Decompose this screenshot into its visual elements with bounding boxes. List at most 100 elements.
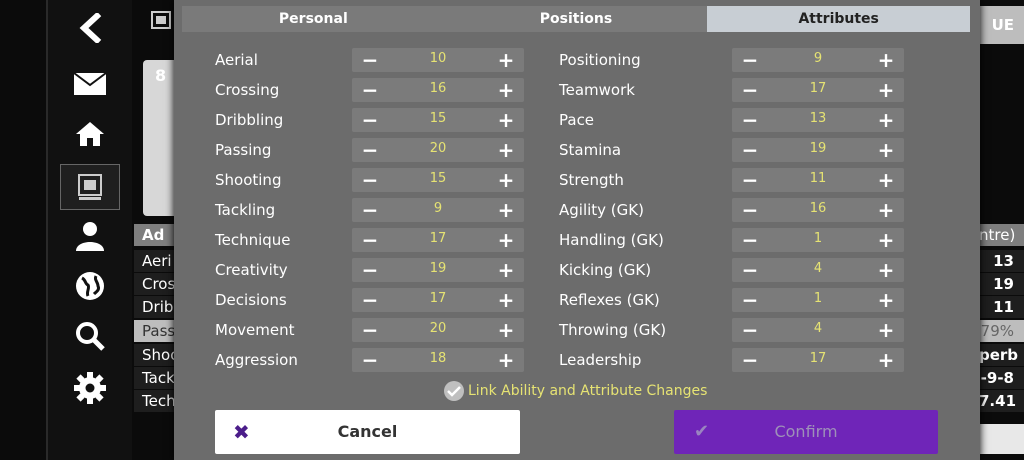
- club-crest-icon: [151, 11, 171, 29]
- decrement-button[interactable]: −: [358, 108, 382, 132]
- attribute-value: 9: [813, 51, 823, 66]
- increment-button[interactable]: +: [874, 168, 898, 192]
- increment-button[interactable]: +: [874, 318, 898, 342]
- edit-attributes-dialog: Personal Positions Attributes Aerial − 10 +…: [174, 0, 980, 460]
- increment-button[interactable]: +: [874, 198, 898, 222]
- bg-right-value: 11: [979, 296, 1024, 318]
- settings-button[interactable]: [60, 366, 120, 410]
- attribute-stepper: − 1 +: [732, 288, 904, 312]
- increment-button[interactable]: +: [874, 48, 898, 72]
- increment-button[interactable]: +: [494, 108, 518, 132]
- decrement-button[interactable]: −: [358, 258, 382, 282]
- attribute-value: 10: [429, 51, 447, 66]
- attribute-stepper: − 20 +: [352, 138, 524, 162]
- attribute-label: Shooting: [215, 171, 282, 189]
- increment-button[interactable]: +: [874, 258, 898, 282]
- increment-button[interactable]: +: [494, 138, 518, 162]
- decrement-button[interactable]: −: [358, 48, 382, 72]
- increment-button[interactable]: +: [494, 78, 518, 102]
- attribute-stepper: − 18 +: [352, 348, 524, 372]
- bg-right-value: 13: [979, 250, 1024, 272]
- club-button[interactable]: [60, 164, 120, 210]
- bg-table-row: Aeri: [134, 250, 178, 272]
- decrement-button[interactable]: −: [358, 348, 382, 372]
- increment-button[interactable]: +: [494, 48, 518, 72]
- attribute-label: Decisions: [215, 291, 287, 309]
- tab-attributes[interactable]: Attributes: [707, 6, 971, 32]
- tab-positions[interactable]: Positions: [445, 6, 708, 32]
- decrement-button[interactable]: −: [738, 318, 762, 342]
- increment-button[interactable]: +: [874, 348, 898, 372]
- attribute-value: 16: [429, 81, 447, 96]
- attribute-stepper: − 4 +: [732, 318, 904, 342]
- increment-button[interactable]: +: [494, 258, 518, 282]
- attribute-stepper: − 19 +: [352, 258, 524, 282]
- cancel-label: Cancel: [337, 422, 398, 441]
- decrement-button[interactable]: −: [738, 168, 762, 192]
- attribute-value: 13: [809, 111, 827, 126]
- settings-gear-icon: [74, 372, 106, 404]
- attribute-label: Crossing: [215, 81, 280, 99]
- decrement-button[interactable]: −: [738, 198, 762, 222]
- decrement-button[interactable]: −: [738, 228, 762, 252]
- attribute-value: 16: [809, 201, 827, 216]
- search-button[interactable]: [60, 314, 120, 358]
- decrement-button[interactable]: −: [358, 198, 382, 222]
- attribute-stepper: − 16 +: [732, 198, 904, 222]
- player-button[interactable]: [60, 214, 120, 258]
- decrement-button[interactable]: −: [738, 288, 762, 312]
- mail-icon: [73, 72, 107, 95]
- attribute-value: 17: [809, 351, 827, 366]
- increment-button[interactable]: +: [494, 288, 518, 312]
- home-icon: [76, 122, 104, 146]
- decrement-button[interactable]: −: [738, 108, 762, 132]
- attribute-value: 17: [429, 291, 447, 306]
- attribute-value: 18: [429, 351, 447, 366]
- mail-button[interactable]: [60, 62, 120, 106]
- increment-button[interactable]: +: [874, 138, 898, 162]
- back-chevron-icon: [79, 13, 102, 43]
- attribute-stepper: − 15 +: [352, 108, 524, 132]
- increment-button[interactable]: +: [494, 348, 518, 372]
- increment-button[interactable]: +: [494, 198, 518, 222]
- decrement-button[interactable]: −: [738, 258, 762, 282]
- confirm-button[interactable]: ✔ Confirm: [674, 410, 938, 454]
- attribute-value: 9: [433, 201, 443, 216]
- decrement-button[interactable]: −: [358, 168, 382, 192]
- decrement-button[interactable]: −: [358, 228, 382, 252]
- increment-button[interactable]: +: [494, 168, 518, 192]
- attribute-stepper: − 16 +: [352, 78, 524, 102]
- link-ability-checkbox[interactable]: Link Ability and Attribute Changes: [444, 380, 707, 402]
- tab-personal[interactable]: Personal: [182, 6, 445, 32]
- attribute-value: 11: [809, 171, 827, 186]
- increment-button[interactable]: +: [494, 228, 518, 252]
- decrement-button[interactable]: −: [358, 318, 382, 342]
- bg-table-row: Tech: [134, 390, 178, 412]
- bg-right-value: perb: [979, 344, 1024, 366]
- attribute-label: Teamwork: [559, 81, 635, 99]
- increment-button[interactable]: +: [494, 318, 518, 342]
- checkbox[interactable]: [444, 381, 464, 401]
- checkmark-icon: [447, 386, 461, 397]
- decrement-button[interactable]: −: [738, 348, 762, 372]
- back-button[interactable]: [60, 6, 120, 50]
- decrement-button[interactable]: −: [738, 48, 762, 72]
- home-button[interactable]: [60, 112, 120, 156]
- decrement-button[interactable]: −: [738, 138, 762, 162]
- attribute-label: Creativity: [215, 261, 288, 279]
- increment-button[interactable]: +: [874, 108, 898, 132]
- increment-button[interactable]: +: [874, 288, 898, 312]
- decrement-button[interactable]: −: [738, 78, 762, 102]
- cancel-button[interactable]: ✖ Cancel: [215, 410, 520, 454]
- attribute-stepper: − 15 +: [352, 168, 524, 192]
- world-button[interactable]: [60, 264, 120, 308]
- decrement-button[interactable]: −: [358, 78, 382, 102]
- attribute-value: 1: [813, 231, 823, 246]
- increment-button[interactable]: +: [874, 228, 898, 252]
- attribute-stepper: − 11 +: [732, 168, 904, 192]
- decrement-button[interactable]: −: [358, 138, 382, 162]
- decrement-button[interactable]: −: [358, 288, 382, 312]
- bg-bottom-right-button: [979, 424, 1024, 454]
- increment-button[interactable]: +: [874, 78, 898, 102]
- attribute-label: Dribbling: [215, 111, 284, 129]
